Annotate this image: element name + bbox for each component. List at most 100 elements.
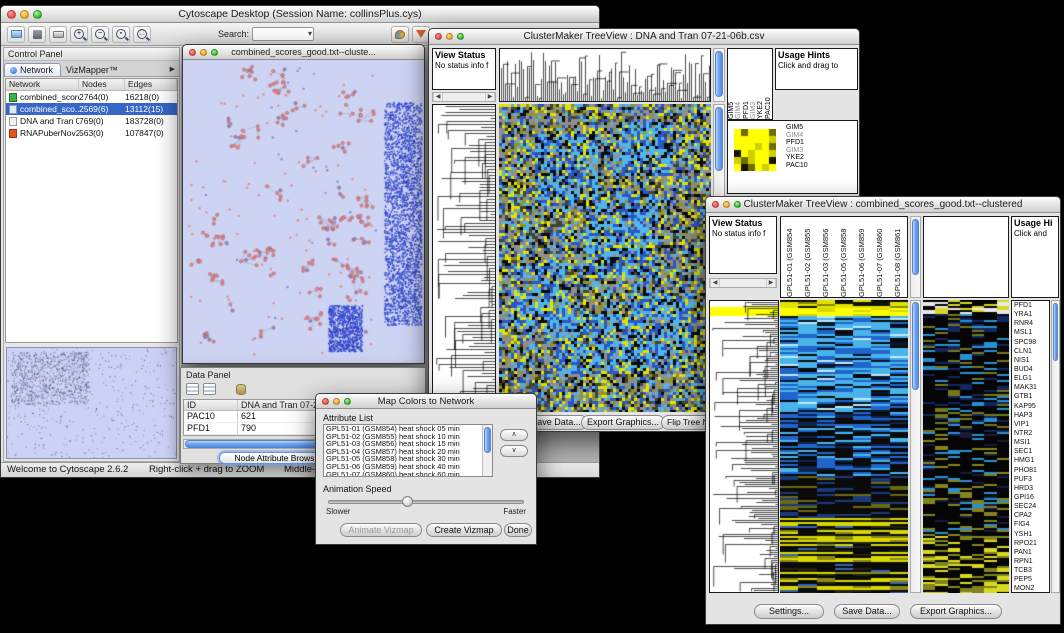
gene-label[interactable]: NIS1 <box>1012 356 1049 365</box>
gene-label[interactable]: YSH1 <box>1012 530 1049 539</box>
settings-button[interactable]: Settings... <box>754 604 824 619</box>
gene-label[interactable]: GTB1 <box>1012 392 1049 401</box>
gene-label[interactable]: SEC24 <box>1012 502 1049 511</box>
close-button[interactable] <box>322 398 329 405</box>
gene-label[interactable]: RPO21 <box>1012 539 1049 548</box>
zoom-in-icon[interactable]: + <box>70 26 88 43</box>
gene-label[interactable]: HRD3 <box>1012 484 1049 493</box>
gene-label[interactable]: HMG1 <box>1012 456 1049 465</box>
export-graphics-button[interactable]: Export Graphics... <box>581 415 665 430</box>
tv1-column-dendrogram-canvas[interactable] <box>499 48 711 102</box>
gene-label[interactable]: VIP1 <box>1012 420 1049 429</box>
vizmapper-icon[interactable] <box>391 26 409 43</box>
zoom-button[interactable] <box>344 398 351 405</box>
gene-label[interactable]: ELG1 <box>1012 374 1049 383</box>
gene-label[interactable]: PEP5 <box>1012 575 1049 584</box>
view-status-hscrollbar[interactable]: ◀ ▶ <box>709 278 777 288</box>
minimize-button[interactable] <box>20 10 29 19</box>
minimize-button[interactable] <box>446 33 453 40</box>
listbox-vscrollbar[interactable] <box>482 425 492 476</box>
minimize-button[interactable] <box>333 398 340 405</box>
open-session-icon[interactable] <box>7 26 25 43</box>
gene-label[interactable]: SEC1 <box>1012 447 1049 456</box>
tv1-top-vscrollbar[interactable] <box>713 48 725 102</box>
network-table-row[interactable]: combined_sco...2569(6)13112(15) <box>6 103 177 115</box>
create-vizmap-button[interactable]: Create Vizmap <box>426 523 502 537</box>
tv1-heatmap-canvas[interactable] <box>499 104 711 412</box>
gene-label[interactable]: MSL1 <box>1012 328 1049 337</box>
move-up-button[interactable]: ∧ <box>500 429 528 441</box>
tv2-heatmap-canvas[interactable] <box>780 300 908 593</box>
network-table-row[interactable]: RNAPuberNov2...563(0)107847(0) <box>6 127 177 139</box>
tab-overflow-icon[interactable]: ▶ <box>170 65 179 76</box>
vscroll-thumb[interactable] <box>715 51 723 97</box>
database-icon[interactable] <box>236 384 246 395</box>
minimize-button[interactable] <box>723 201 730 208</box>
export-graphics-button[interactable]: Export Graphics... <box>910 604 1002 619</box>
network-table-row[interactable]: combined_scores2764(0)16218(0) <box>6 91 177 103</box>
move-down-button[interactable]: ∨ <box>500 445 528 457</box>
scroll-left-icon[interactable]: ◀ <box>710 279 720 287</box>
tv2-aux-heatmap-canvas[interactable] <box>923 300 1009 593</box>
gene-label[interactable]: CLN1 <box>1012 347 1049 356</box>
gene-label[interactable]: MON2 <box>1012 584 1049 593</box>
network-table-row[interactable]: DNA and Tran 07...769(0)183728(0) <box>6 115 177 127</box>
search-input[interactable]: ▾ <box>252 27 314 41</box>
close-button[interactable] <box>712 201 719 208</box>
data-panel-title[interactable]: Data Panel <box>181 368 425 382</box>
gene-label[interactable]: SPC98 <box>1012 338 1049 347</box>
save-data-button[interactable]: Save Data... <box>834 604 900 619</box>
gene-label[interactable]: NTR2 <box>1012 429 1049 438</box>
zoom-button[interactable] <box>211 49 218 56</box>
gene-label[interactable]: CPA2 <box>1012 511 1049 520</box>
gene-label[interactable]: TCB3 <box>1012 566 1049 575</box>
gene-label[interactable]: RNR4 <box>1012 319 1049 328</box>
network-view-canvas[interactable] <box>183 60 424 363</box>
tv1-row-dendrogram-canvas[interactable] <box>432 104 496 412</box>
zoom-button[interactable] <box>33 10 42 19</box>
animate-vizmap-button[interactable]: Animate Vizmap <box>340 523 422 537</box>
scroll-right-icon[interactable]: ▶ <box>766 279 776 287</box>
vscroll-thumb[interactable] <box>912 219 919 275</box>
tv2-dendrogram-canvas[interactable] <box>709 300 779 593</box>
gene-label[interactable]: RPN1 <box>1012 557 1049 566</box>
tab-vizmapper[interactable]: VizMapper™ <box>61 64 125 76</box>
dialog-titlebar[interactable]: Map Colors to Network <box>316 394 536 409</box>
gene-label[interactable]: HAP3 <box>1012 411 1049 420</box>
treeview-dna-titlebar[interactable]: ClusterMaker TreeView : DNA and Tran 07-… <box>429 29 859 45</box>
vscroll-thumb[interactable] <box>715 107 723 171</box>
treeview-combined-titlebar[interactable]: ClusterMaker TreeView : combined_scores_… <box>706 197 1060 213</box>
done-button[interactable]: Done <box>504 523 532 537</box>
create-attribute-icon[interactable] <box>203 383 216 395</box>
gene-label[interactable]: PFD1 <box>1012 301 1049 310</box>
network-overview-canvas[interactable] <box>7 348 177 458</box>
gene-label[interactable]: MAK31 <box>1012 383 1049 392</box>
vscroll-thumb[interactable] <box>484 427 491 453</box>
close-button[interactable] <box>7 10 16 19</box>
animation-speed-slider[interactable] <box>328 500 524 504</box>
gene-label[interactable]: FIG4 <box>1012 520 1049 529</box>
vscroll-thumb[interactable] <box>1053 303 1058 361</box>
save-session-icon[interactable] <box>28 26 46 43</box>
tv1-correlation-matrix-canvas[interactable] <box>734 129 776 171</box>
zoom-button[interactable] <box>734 201 741 208</box>
attribute-list-item[interactable]: GPL51-07 (GSM860) heat shock 60 min <box>324 471 492 477</box>
col-network[interactable]: Network <box>6 79 79 90</box>
view-status-hscrollbar[interactable]: ◀ ▶ <box>432 92 496 102</box>
gene-label[interactable]: PHO81 <box>1012 466 1049 475</box>
network-window-titlebar[interactable]: combined_scores_good.txt--cluste... <box>183 45 424 60</box>
zoom-fit-icon[interactable]: □ <box>133 26 151 43</box>
slider-thumb[interactable] <box>402 496 413 507</box>
zoom-out-icon[interactable]: − <box>91 26 109 43</box>
zoom-button[interactable] <box>457 33 464 40</box>
main-titlebar[interactable]: Cytoscape Desktop (Session Name: collins… <box>1 6 599 23</box>
tv2-top-vscrollbar[interactable] <box>910 216 921 298</box>
gene-label[interactable]: KAP95 <box>1012 402 1049 411</box>
select-attributes-icon[interactable] <box>186 383 199 395</box>
tv2-gene-vscrollbar[interactable] <box>1051 300 1060 593</box>
col-nodes[interactable]: Nodes <box>79 79 125 90</box>
tv2-vscrollbar[interactable] <box>910 300 921 593</box>
close-button[interactable] <box>189 49 196 56</box>
col-id[interactable]: ID <box>184 400 238 410</box>
tab-network[interactable]: Network <box>4 63 61 76</box>
